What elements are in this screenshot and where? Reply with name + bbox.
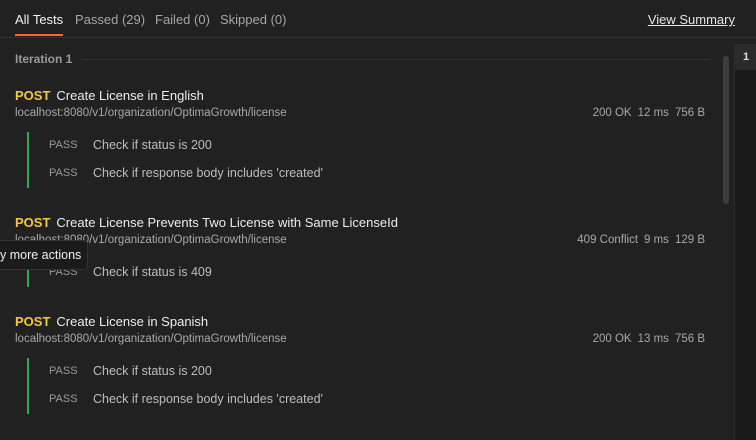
response-size: 756 B [674,333,705,345]
response-time: 9 ms [644,234,669,246]
test-result-row: PASS Check if status is 409 [29,259,629,287]
test-status-badge: PASS [49,365,78,377]
test-name: Check if status is 409 [93,265,212,279]
response-meta: 200 OK 12 ms 756 B [587,107,705,119]
response-status: 200 OK [592,333,632,345]
test-name: Check if response body includes 'created… [93,392,323,406]
test-results-list: PASS Check if status is 200 PASS Check i… [27,132,629,188]
request-name: Create License in English [56,88,204,103]
request-title[interactable]: POST Create License in English [15,88,204,103]
response-time: 12 ms [637,107,669,119]
iteration-side-panel: 1 [734,44,756,440]
iteration-1-button[interactable]: 1 [735,44,756,70]
request-method: POST [15,215,51,230]
test-status-badge: PASS [49,167,78,179]
test-result-row: PASS Check if status is 200 [29,132,629,160]
response-size: 756 B [674,107,705,119]
test-result-row: PASS Check if response body includes 'cr… [29,386,629,414]
tab-passed[interactable]: Passed (29) [75,12,145,36]
test-name: Check if response body includes 'created… [93,166,323,180]
request-method: POST [15,314,51,329]
results-scrollbar-thumb[interactable] [723,56,729,204]
response-meta: 200 OK 13 ms 756 B [587,333,705,345]
test-status-badge: PASS [49,139,78,151]
request-title[interactable]: POST Create License Prevents Two License … [15,215,398,230]
response-status: 200 OK [592,107,632,119]
request-url: localhost:8080/v1/organization/OptimaGro… [15,333,287,345]
iteration-divider [82,59,710,60]
request-method: POST [15,88,51,103]
response-meta: 409 Conflict 9 ms 129 B [571,234,705,246]
request-name: Create License Prevents Two License with… [56,215,398,230]
test-results-list: PASS Check if status is 200 PASS Check i… [27,358,629,414]
request-name: Create License in Spanish [56,314,209,329]
request-url: localhost:8080/v1/organization/OptimaGro… [15,107,287,119]
results-tab-bar: All Tests Passed (29) Failed (0) Skipped… [0,0,756,38]
tab-failed[interactable]: Failed (0) [155,12,210,36]
test-status-badge: PASS [49,393,78,405]
iteration-heading: Iteration 1 [15,52,73,66]
tab-skipped[interactable]: Skipped (0) [220,12,286,36]
test-result-row: PASS Check if status is 200 [29,358,629,386]
view-summary-link[interactable]: View Summary [648,12,735,27]
response-status: 409 Conflict [577,234,639,246]
test-name: Check if status is 200 [93,364,212,378]
response-time: 13 ms [637,333,669,345]
more-actions-tooltip: y more actions [0,240,88,270]
test-name: Check if status is 200 [93,138,212,152]
request-title[interactable]: POST Create License in Spanish [15,314,208,329]
test-result-row: PASS Check if response body includes 'cr… [29,160,629,188]
response-size: 129 B [674,234,705,246]
tab-all-tests[interactable]: All Tests [15,12,64,36]
test-results-list: PASS Check if status is 409 [27,259,629,287]
